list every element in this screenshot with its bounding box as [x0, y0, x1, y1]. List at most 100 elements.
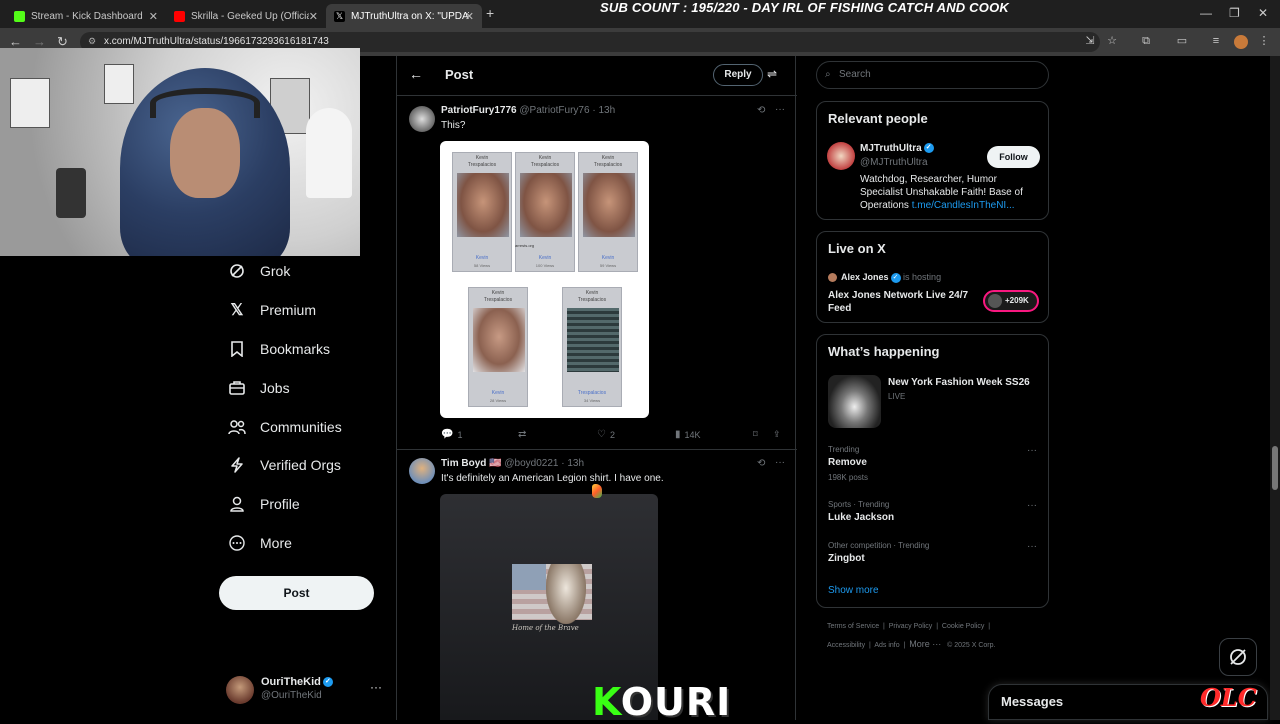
back-icon[interactable]: ←	[9, 34, 22, 49]
footer-link[interactable]: More ···	[909, 639, 941, 649]
tab-title: Stream - Kick Dashboard	[31, 10, 143, 22]
live-stream-title[interactable]: Alex Jones Network Live 24/7 Feed	[828, 289, 968, 315]
featured-thumbnail[interactable]	[828, 375, 881, 428]
avatar[interactable]	[409, 458, 435, 484]
olc-logo: OLC	[1200, 683, 1257, 712]
tweet-more-icon[interactable]: ···	[775, 104, 785, 115]
scrollbar-thumb[interactable]	[1272, 446, 1278, 490]
trend-topic[interactable]: Zingbot	[828, 553, 865, 564]
reading-list-icon[interactable]: ≡	[1210, 35, 1222, 47]
install-app-icon[interactable]: ⇲	[1084, 35, 1096, 47]
tweet-author[interactable]: PatriotFury1776 @PatriotFury76 · 13h	[441, 105, 615, 116]
browser-tab-youtube[interactable]: Skrilla - Geeked Up (Official Vid ✕	[166, 4, 326, 28]
stream-overlay-title: SUB COUNT : 195/220 - DAY IRL OF FISHING…	[600, 0, 1009, 15]
live-on-x-card: Live on X Alex Jones ✓ is hosting Alex Jo…	[816, 231, 1049, 323]
person-bio: Watchdog, Researcher, Humor Specialist U…	[860, 174, 1023, 211]
trend-topic[interactable]: Luke Jackson	[828, 512, 894, 523]
profile-avatar-icon[interactable]	[1234, 35, 1248, 49]
more-circle-icon	[228, 534, 246, 552]
close-tab-icon[interactable]: ✕	[149, 10, 158, 23]
browser-tab-x[interactable]: 𝕏 MJTruthUltra on X: "UPDATE: C ✕	[326, 4, 482, 28]
kouri-logo: KOURI	[592, 680, 732, 724]
live-host[interactable]: Alex Jones ✓ is hosting	[828, 272, 941, 283]
site-info-icon[interactable]: ⚙	[88, 36, 96, 47]
sidebar-toggle-icon[interactable]: ▭	[1176, 35, 1188, 47]
views-action[interactable]: ▮ 14K	[675, 429, 701, 440]
grok-explain-icon[interactable]: ⟲	[757, 105, 765, 116]
footer-link[interactable]: Privacy Policy	[889, 623, 933, 630]
featured-title[interactable]: New York Fashion Week SS26	[888, 377, 1030, 388]
sidebar-item-bookmarks[interactable]: Bookmarks	[228, 337, 330, 361]
account-more-icon[interactable]: ···	[370, 680, 382, 694]
tab-title: Skrilla - Geeked Up (Official Vid	[191, 10, 309, 22]
restore-icon[interactable]: ❐	[1229, 6, 1240, 20]
footer-link[interactable]: Terms of Service	[827, 623, 879, 630]
tweet-time[interactable]: · 13h	[561, 458, 584, 469]
bio-link[interactable]: t.me/CandlesInTheNI...	[912, 200, 1015, 211]
new-tab-button[interactable]: +	[486, 5, 494, 21]
tweet-time[interactable]: · 13h	[592, 105, 615, 116]
people-icon	[228, 418, 246, 436]
close-tab-icon[interactable]: ✕	[465, 10, 474, 23]
footer-link[interactable]: Accessibility	[827, 642, 865, 649]
forward-icon[interactable]: →	[33, 34, 46, 49]
sidebar-item-label: Premium	[260, 302, 317, 318]
sidebar-item-jobs[interactable]: Jobs	[228, 376, 290, 400]
post-button[interactable]: Post	[219, 576, 374, 610]
scrollbar[interactable]	[1270, 56, 1280, 720]
featured-status: LIVE	[888, 392, 906, 401]
sidebar-item-label: Grok	[260, 263, 291, 279]
like-action[interactable]: ♡ 2	[597, 429, 615, 440]
search-input[interactable]: ⌕ Search	[816, 61, 1049, 89]
webcam-feed	[0, 48, 360, 256]
sidebar-item-verified-orgs[interactable]: Verified Orgs	[228, 453, 341, 477]
live-viewers-pill[interactable]: +209K	[983, 290, 1039, 312]
account-switcher[interactable]: OuriTheKid ✓ @OuriTheKid ···	[226, 674, 386, 706]
back-arrow-icon[interactable]: ←	[409, 66, 423, 82]
footer-link[interactable]: Cookie Policy	[942, 623, 984, 630]
browser-tab-kick[interactable]: Stream - Kick Dashboard ✕	[6, 4, 166, 28]
avatar[interactable]	[827, 142, 855, 170]
bookmark-star-icon[interactable]: ☆	[1106, 35, 1118, 47]
follow-button[interactable]: Follow	[987, 146, 1040, 168]
person-name[interactable]: MJTruthUltra ✓	[860, 143, 934, 154]
minimize-icon[interactable]: —	[1200, 6, 1212, 20]
sidebar-item-profile[interactable]: Profile	[228, 492, 300, 516]
close-tab-icon[interactable]: ✕	[309, 10, 318, 23]
sidebar-item-premium[interactable]: 𝕏 Premium	[228, 298, 316, 322]
share-icon[interactable]: ⇪	[773, 429, 781, 440]
search-icon: ⌕	[825, 69, 831, 80]
tweet-author[interactable]: Tim Boyd 🇺🇸 @boyd0221 · 13h	[441, 458, 584, 469]
grok-explain-icon[interactable]: ⟲	[757, 458, 765, 469]
shirt-caption: Home of the Brave	[512, 624, 579, 632]
browser-menu-icon[interactable]: ⋮	[1258, 35, 1270, 47]
extensions-icon[interactable]: ⧉	[1140, 35, 1152, 47]
copyright: © 2025 X Corp.	[947, 642, 996, 649]
avatar[interactable]	[409, 106, 435, 132]
retweet-icon: ⇄	[518, 429, 527, 440]
sidebar-item-more[interactable]: More	[228, 531, 292, 555]
eagle-graphic	[546, 564, 586, 624]
sidebar-item-label: Verified Orgs	[260, 457, 341, 473]
trend-more-icon[interactable]: ···	[1027, 445, 1037, 456]
tweet-image-mugshots[interactable]: Kevin Trespalacios Kevin 58 Views Kevin Tr…	[440, 141, 649, 418]
show-more-link[interactable]: Show more	[828, 585, 879, 596]
x-favicon-icon: 𝕏	[334, 10, 345, 22]
mugshot-card: Kevin Trespalacios Kevin 28 Views	[468, 287, 528, 407]
trend-more-icon[interactable]: ···	[1027, 541, 1037, 552]
trend-topic[interactable]: Remove	[828, 457, 867, 468]
post-header: ← Post Reply ⇌	[397, 56, 797, 96]
grok-fab-button[interactable]	[1219, 638, 1257, 676]
filter-sliders-icon[interactable]: ⇌	[767, 67, 777, 81]
sidebar-item-grok[interactable]: Grok	[228, 259, 290, 283]
sidebar-item-communities[interactable]: Communities	[228, 415, 342, 439]
close-window-icon[interactable]: ✕	[1258, 6, 1268, 20]
tweet-more-icon[interactable]: ···	[775, 457, 785, 468]
reply-action[interactable]: 💬 1	[441, 429, 462, 440]
trend-more-icon[interactable]: ···	[1027, 500, 1037, 511]
footer-link[interactable]: Ads info	[874, 642, 899, 649]
retweet-action[interactable]: ⇄	[518, 429, 530, 440]
bookmark-action-icon[interactable]: ⌑	[753, 429, 758, 440]
reply-button[interactable]: Reply	[713, 64, 763, 86]
account-name: OuriTheKid ✓	[261, 676, 333, 688]
